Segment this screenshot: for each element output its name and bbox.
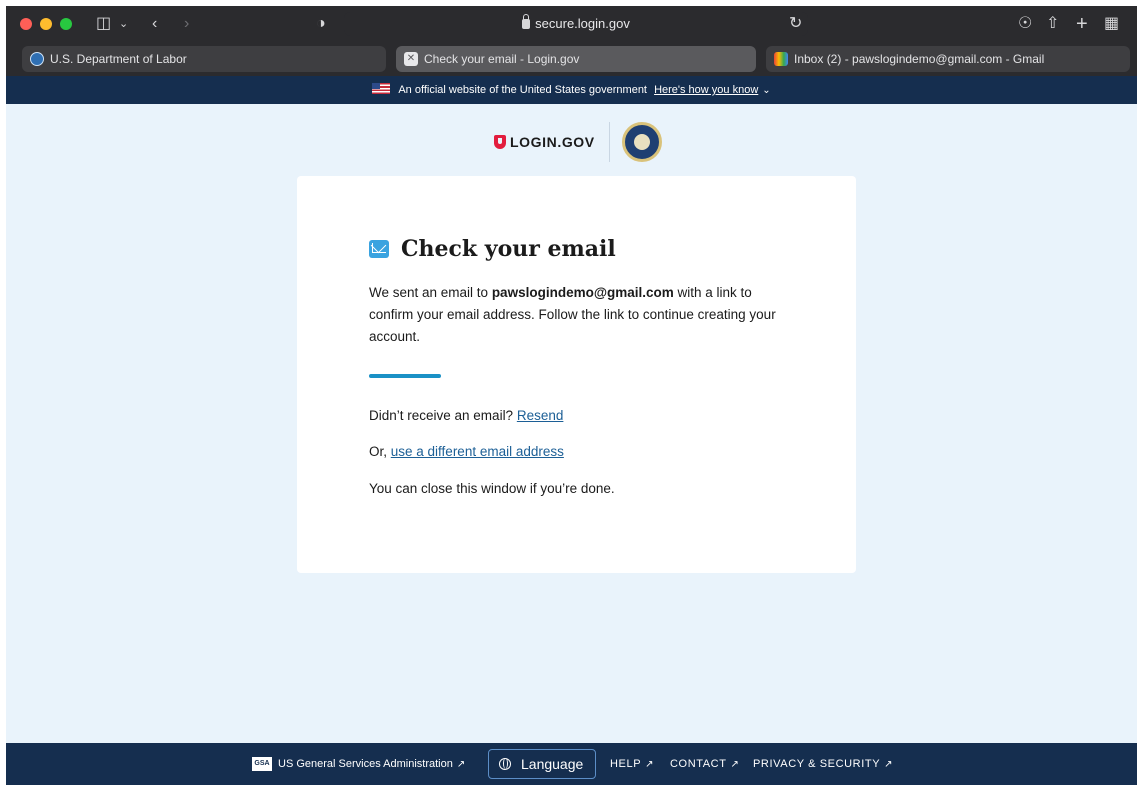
gov-banner-text: An official website of the United States… <box>398 84 647 96</box>
chevron-down-icon[interactable]: ⌄ <box>119 6 128 42</box>
tab-dol[interactable]: U.S. Department of Labor <box>22 46 386 72</box>
browser-toolbar: ◫ ⌄ ‹ › ◑ secure.login.gov ↻ ☉ ⇧ + ▦ <box>6 6 1137 42</box>
help-link[interactable]: HELP ↗ <box>610 743 654 785</box>
site-header: LOGIN.GOV <box>6 118 1137 166</box>
resend-prompt: Didn’t receive an email? <box>369 408 514 423</box>
check-email-card: Check your email We sent an email to paw… <box>297 176 856 573</box>
privacy-shield-icon[interactable]: ◑ <box>316 6 326 42</box>
dol-seal-logo <box>622 122 662 162</box>
language-label: Language <box>521 756 584 772</box>
resend-row: Didn’t receive an email? Resend <box>369 406 563 426</box>
tab-label: U.S. Department of Labor <box>50 52 187 66</box>
gmail-icon <box>774 52 788 66</box>
page-title: Check your email <box>369 234 616 264</box>
page-content: LOGIN.GOV Check your email We sent an em… <box>6 104 1137 743</box>
minimize-window-button[interactable] <box>40 18 52 30</box>
contact-label: CONTACT <box>670 758 727 770</box>
resend-link[interactable]: Resend <box>517 408 564 423</box>
share-icon[interactable]: ⇧ <box>1046 6 1059 42</box>
site-footer: GSA US General Services Administration ↗ … <box>6 743 1137 785</box>
confirmation-message: We sent an email to pawslogindemo@gmail.… <box>369 282 799 348</box>
different-email-row: Or, use a different email address <box>369 442 564 462</box>
logo-divider <box>609 122 610 162</box>
tab-login-gov[interactable]: ✕ Check your email - Login.gov <box>396 46 756 72</box>
help-label: HELP <box>610 758 642 770</box>
login-gov-icon: ✕ <box>404 52 418 66</box>
external-link-icon: ↗ <box>730 759 740 770</box>
gsa-link[interactable]: US General Services Administration ↗ <box>278 743 465 785</box>
forward-arrow-icon[interactable]: › <box>184 6 189 42</box>
gov-banner: An official website of the United States… <box>6 76 1137 104</box>
close-window-button[interactable] <box>20 18 32 30</box>
url-text: secure.login.gov <box>535 16 630 31</box>
email-address: pawslogindemo@gmail.com <box>491 285 674 300</box>
privacy-label: PRIVACY & SECURITY <box>753 758 881 770</box>
chevron-down-icon[interactable]: ⌄ <box>762 77 770 105</box>
tab-label: Inbox (2) - pawslogindemo@gmail.com - Gm… <box>794 52 1045 66</box>
external-link-icon: ↗ <box>645 759 655 770</box>
privacy-security-link[interactable]: PRIVACY & SECURITY ↗ <box>753 743 893 785</box>
tab-label: Check your email - Login.gov <box>424 52 580 66</box>
tab-bar: U.S. Department of Labor ✕ Check your em… <box>6 42 1137 76</box>
language-button[interactable]: Language▼ <box>488 749 596 779</box>
back-arrow-icon[interactable]: ‹ <box>152 6 157 42</box>
lock-icon <box>522 14 531 29</box>
caret-down-icon: ▼ <box>527 779 536 785</box>
accent-divider <box>369 374 441 378</box>
tab-gmail[interactable]: Inbox (2) - pawslogindemo@gmail.com - Gm… <box>766 46 1130 72</box>
address-bar[interactable]: secure.login.gov <box>344 12 808 36</box>
zoom-window-button[interactable] <box>60 18 72 30</box>
new-tab-icon[interactable]: + <box>1076 6 1088 42</box>
gsa-logo: GSA <box>252 757 272 771</box>
tab-overview-icon[interactable]: ▦ <box>1104 6 1119 42</box>
message-prefix: We sent an email to <box>369 285 492 300</box>
page-title-text: Check your email <box>401 236 616 262</box>
different-email-link[interactable]: use a different email address <box>391 444 564 459</box>
close-window-text: You can close this window if you’re done… <box>369 481 615 496</box>
gsa-link-text: US General Services Administration <box>278 758 453 770</box>
login-gov-shield-icon <box>494 135 506 149</box>
reload-icon[interactable]: ↻ <box>789 6 802 42</box>
browser-window: ◫ ⌄ ‹ › ◑ secure.login.gov ↻ ☉ ⇧ + ▦ U.S… <box>6 6 1137 785</box>
dol-seal-icon <box>30 52 44 66</box>
envelope-icon <box>369 240 389 258</box>
external-link-icon: ↗ <box>884 759 894 770</box>
alt-prefix: Or, <box>369 444 391 459</box>
external-link-icon: ↗ <box>456 759 466 770</box>
downloads-icon[interactable]: ☉ <box>1018 6 1032 42</box>
globe-icon <box>499 758 511 770</box>
sidebar-toggle-icon[interactable]: ◫ <box>96 6 111 42</box>
heres-how-you-know-link[interactable]: Here's how you know <box>654 84 758 96</box>
us-flag-icon <box>372 83 391 94</box>
contact-link[interactable]: CONTACT ↗ <box>670 743 740 785</box>
login-gov-logo[interactable]: LOGIN.GOV <box>510 132 595 152</box>
